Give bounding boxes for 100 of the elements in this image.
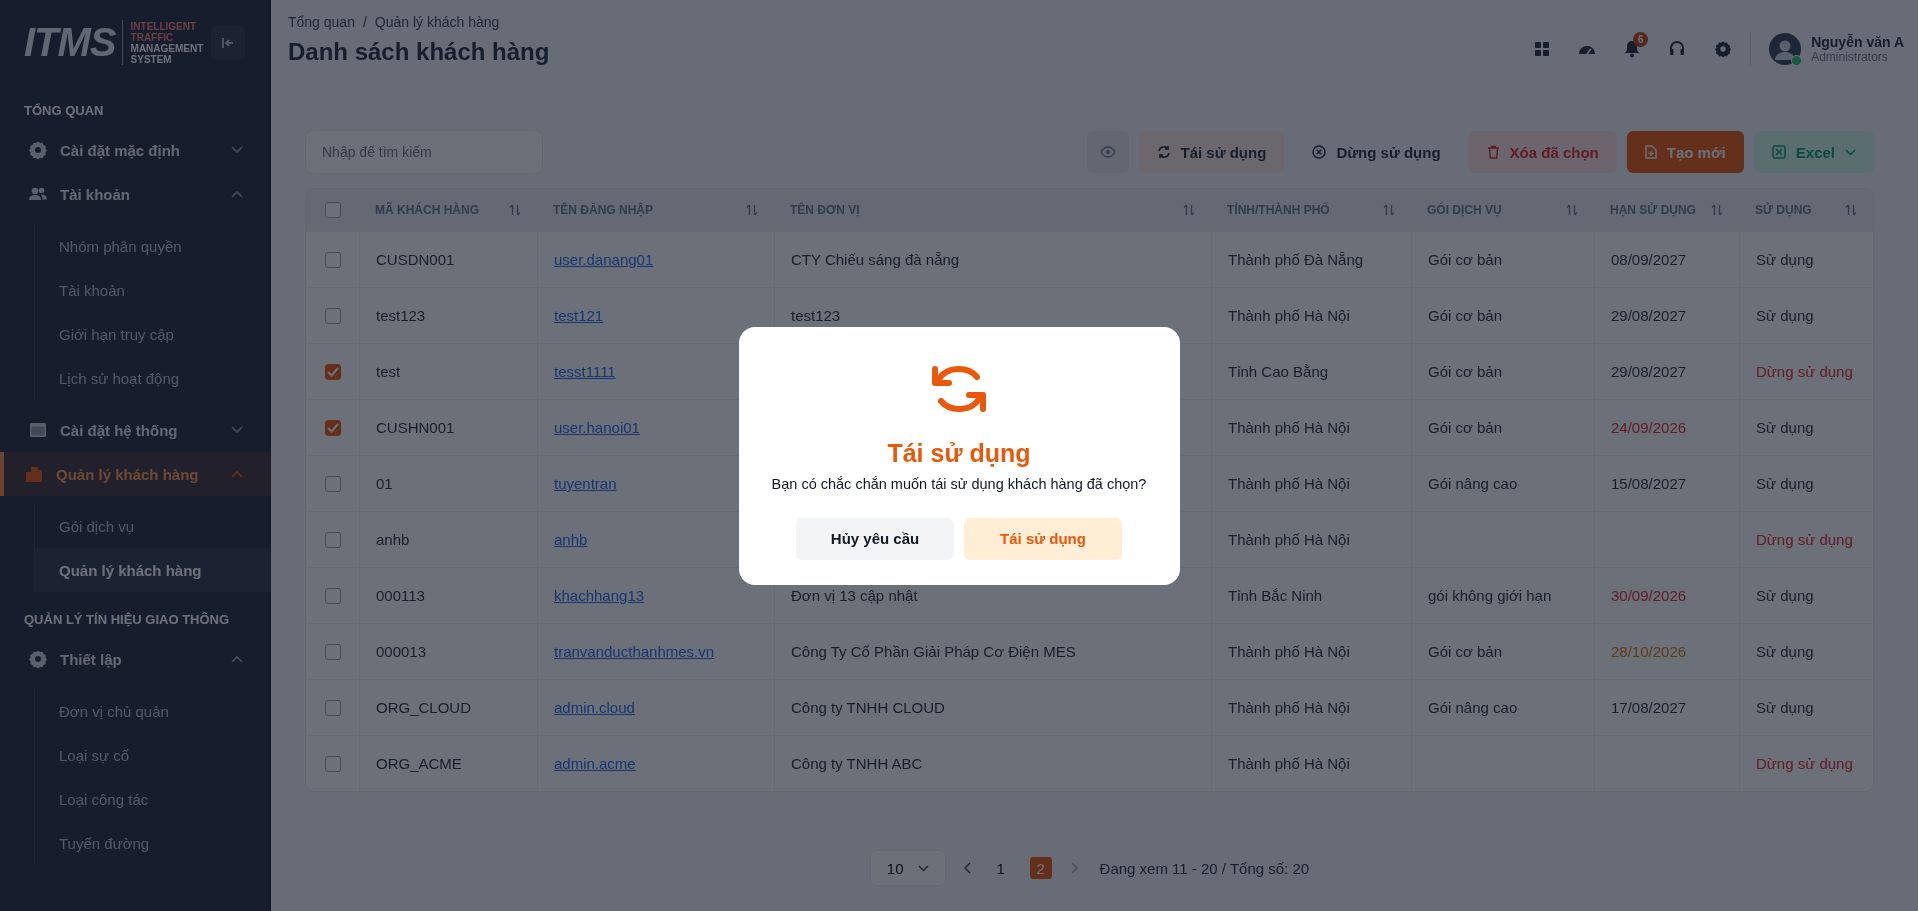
table-cell: 24/09/2026 — [1611, 419, 1687, 436]
nav-subitem[interactable]: Tuyến đường — [35, 821, 271, 865]
nav-subitem[interactable]: Gói dịch vụ — [35, 504, 271, 548]
breadcrumb-link[interactable]: Quản lý khách hàng — [374, 14, 500, 30]
nav-item[interactable]: Cài đặt mặc định — [0, 128, 271, 172]
username-link[interactable]: user.hanoi01 — [554, 419, 640, 436]
table-cell: Gói nâng cao — [1428, 699, 1518, 716]
grid-icon[interactable] — [1534, 41, 1551, 57]
table-cell: CTY Chiếu sáng đà nẵng — [791, 251, 960, 268]
checkbox[interactable] — [324, 755, 341, 772]
nav-subitem[interactable]: Nhóm phân quyền — [35, 224, 271, 268]
table-cell: Đơn vị 13 cập nhật — [791, 587, 918, 604]
toolbar-button[interactable]: Xóa đã chọn — [1468, 131, 1617, 173]
checkbox[interactable] — [324, 531, 341, 548]
nav-subitem[interactable]: Loại công tác — [35, 777, 271, 821]
chevron-icon — [231, 426, 243, 434]
nav-subitem[interactable]: Loại sự cố — [35, 733, 271, 777]
gear-icon — [28, 649, 48, 669]
spreadsheet-icon — [1771, 145, 1786, 159]
status-text: Sử dụng — [1756, 643, 1814, 660]
eye-icon — [1099, 146, 1116, 158]
previous-page-icon[interactable] — [963, 862, 972, 874]
collapse-sidebar-button[interactable] — [211, 25, 245, 60]
toolbar-button[interactable]: Tạo mới — [1626, 131, 1744, 173]
username-link[interactable]: admin.acme — [554, 755, 636, 772]
username-link[interactable]: tranvanducthanhmes.vn — [554, 643, 715, 660]
breadcrumb-link[interactable]: Tổng quan — [288, 14, 355, 30]
table-cell: 08/09/2027 — [1611, 251, 1687, 268]
status-text: Sử dụng — [1756, 587, 1814, 604]
checkbox[interactable] — [324, 643, 341, 660]
nav-subitem[interactable]: Tài khoản — [35, 268, 271, 312]
nav-item[interactable]: Thiết lập — [0, 637, 271, 681]
page-size-select[interactable]: 10 — [869, 850, 946, 886]
username-link[interactable]: user.danang01 — [554, 251, 654, 268]
table-cell: CUSDN001 — [376, 251, 455, 268]
checkbox[interactable] — [324, 363, 341, 380]
next-page-icon[interactable] — [1069, 862, 1078, 874]
building-icon — [24, 464, 44, 484]
checkbox[interactable] — [324, 251, 341, 268]
checkbox[interactable] — [324, 699, 341, 716]
sort-icon[interactable] — [1711, 204, 1723, 216]
logo: ITMS INTELLIGENT TRAFFIC MANAGEMENT SYSTEM — [24, 20, 205, 65]
file-plus-icon — [1644, 145, 1657, 159]
table-cell: Gói cơ bản — [1428, 419, 1503, 436]
table-cell: 29/08/2027 — [1611, 363, 1687, 380]
breadcrumb-separator: / — [362, 14, 367, 30]
user-name: Nguyễn văn A — [1811, 34, 1904, 50]
headset-icon[interactable] — [1668, 40, 1687, 58]
checkbox[interactable] — [324, 202, 341, 218]
table-cell: Công ty TNHH ABC — [791, 755, 923, 772]
chevron-icon — [231, 190, 243, 198]
username-link[interactable]: anhb — [554, 531, 588, 548]
sort-icon[interactable] — [746, 204, 758, 216]
page-button[interactable]: 1 — [989, 857, 1012, 879]
table-cell: gói không giới hạn — [1428, 587, 1552, 604]
window-icon — [28, 420, 48, 440]
toolbar-button[interactable]: Dừng sử dụng — [1294, 131, 1459, 173]
table-cell: Thành phố Hà Nội — [1228, 699, 1350, 716]
nav-item[interactable]: Tài khoản — [0, 172, 271, 216]
sort-icon[interactable] — [1183, 204, 1195, 216]
confirm-button[interactable]: Tái sử dụng — [964, 517, 1122, 560]
toolbar-button[interactable]: Tái sử dụng — [1138, 131, 1285, 173]
view-button[interactable] — [1086, 131, 1129, 173]
nav-subitem[interactable]: Quản lý khách hàng — [35, 548, 271, 592]
settings-icon[interactable] — [1714, 40, 1733, 58]
username-link[interactable]: khachhang13 — [554, 587, 645, 604]
checkbox[interactable] — [324, 307, 341, 324]
username-link[interactable]: admin.cloud — [554, 699, 635, 716]
checkbox[interactable] — [324, 419, 341, 436]
table-cell: 000113 — [376, 587, 425, 604]
sort-icon[interactable] — [509, 204, 521, 216]
sort-icon[interactable] — [1845, 204, 1857, 216]
table-cell: Tỉnh Bắc Ninh — [1228, 587, 1323, 604]
table-cell: anhb — [376, 531, 410, 548]
chevron-icon — [231, 470, 243, 478]
checkbox[interactable] — [324, 475, 341, 492]
table-cell: Gói cơ bản — [1428, 251, 1503, 268]
gear-icon — [28, 140, 48, 160]
nav-item[interactable]: Quản lý khách hàng — [0, 452, 271, 496]
table-cell: Thành phố Hà Nội — [1228, 307, 1350, 324]
username-link[interactable]: tesst1111 — [554, 363, 616, 380]
sort-icon[interactable] — [1566, 204, 1578, 216]
toolbar-button[interactable]: Excel — [1753, 131, 1874, 173]
cancel-button[interactable]: Hủy yêu cầu — [796, 517, 954, 560]
username-link[interactable]: test121 — [554, 307, 604, 324]
search-field[interactable]: Nhập để tìm kiếm — [305, 130, 543, 174]
nav-subitem[interactable]: Lịch sử hoạt động — [35, 356, 271, 400]
nav-subitem[interactable]: Đơn vị chủ quản — [35, 689, 271, 733]
section-title: QUẢN LÝ TÍN HIỆU GIAO THÔNG — [23, 611, 231, 629]
nav-item[interactable]: Cài đặt hệ thống — [0, 408, 271, 452]
page-button[interactable]: 2 — [1029, 857, 1052, 879]
table-cell: Gói cơ bản — [1428, 363, 1503, 380]
checkbox[interactable] — [324, 587, 341, 604]
status-text: Sử dụng — [1756, 419, 1814, 436]
nav-subitem[interactable]: Giới hạn truy cập — [35, 312, 271, 356]
username-link[interactable]: tuyentran — [554, 475, 617, 492]
table-cell: test — [376, 363, 401, 380]
sort-icon[interactable] — [1383, 204, 1395, 216]
avatar[interactable] — [1769, 33, 1802, 65]
table-cell: Thành phố Hà Nội — [1228, 475, 1350, 492]
